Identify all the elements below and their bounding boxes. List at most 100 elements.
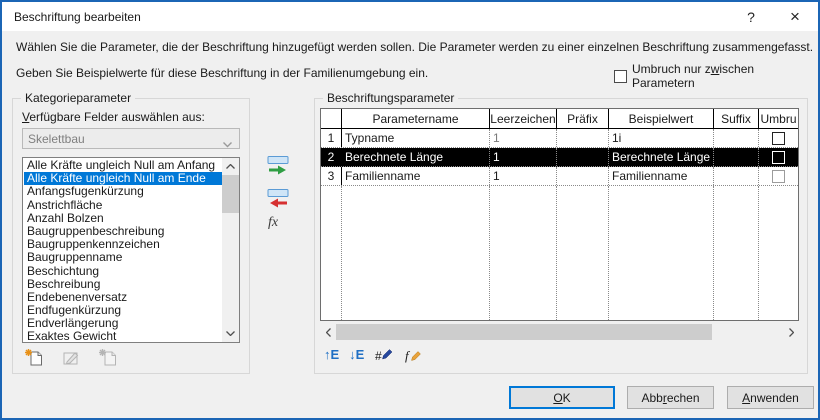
header-umbruch[interactable]: Umbru [759,109,798,128]
scroll-left-icon[interactable] [320,324,336,340]
list-item-selected[interactable]: Alle Kräfte ungleich Null am Ende [24,172,222,186]
table-empty-area [321,186,798,320]
header-beispielwert[interactable]: Beispielwert [609,109,714,128]
scrollbar-thumb[interactable] [222,175,239,213]
move-parameter-up-button[interactable]: ↑E [324,345,339,364]
list-item[interactable]: Endverlängerung [24,317,222,330]
edit-formula-button[interactable]: f [404,345,424,364]
list-item[interactable]: Anzahl Bolzen [24,212,222,225]
cell-praefix[interactable] [557,148,609,166]
row-number[interactable]: 1 [321,129,342,147]
add-parameter-icon [267,155,289,174]
cell-suffix[interactable] [714,148,759,166]
empty-col [609,186,714,320]
empty-col [321,186,342,320]
umbruch-checkbox[interactable] [772,169,785,183]
row-number[interactable]: 2 [321,148,342,166]
delete-parameter-icon [99,349,116,366]
category-parameter-list-items: Alle Kräfte ungleich Null am Anfang Alle… [24,159,222,342]
new-parameter-button[interactable] [24,348,44,367]
header-praefix[interactable]: Präfix [557,109,609,128]
move-up-icon: ↑E [324,347,340,362]
category-parameter-tools [24,348,118,367]
list-item[interactable]: Endfugenkürzung [24,304,222,317]
umbruch-checkbox[interactable] [772,131,785,145]
title-bar[interactable]: Beschriftung bearbeiten ? × [2,2,818,31]
field-source-value: Skelettbau [28,131,85,146]
row-number[interactable]: 3 [321,167,342,185]
cell-beispielwert[interactable]: 1i [609,129,714,147]
ok-button[interactable]: OK [509,386,615,409]
header-suffix[interactable]: Suffix [714,109,759,128]
scroll-down-icon[interactable] [222,325,239,342]
remove-parameter-from-label-button[interactable] [264,187,292,209]
list-vertical-scrollbar[interactable] [222,158,239,342]
table-row[interactable]: 3 Familienname 1 Familienname [321,167,798,186]
intro-text-line1: Wählen Sie die Parameter, die der Beschr… [16,40,814,54]
header-leerzeichen[interactable]: Leerzeichen [490,109,557,128]
help-icon: ? [747,8,755,25]
list-item[interactable]: Endebenenversatz [24,291,222,304]
edit-parameter-icon [63,352,79,365]
scroll-right-icon[interactable] [783,324,799,340]
table-row-selected[interactable]: 2 Berechnete Länge 1 Berechnete Länge [321,148,798,167]
wrap-between-parameters-checkbox[interactable] [614,69,627,83]
empty-col [714,186,759,320]
cell-praefix[interactable] [557,167,609,185]
cell-parametername[interactable]: Familienname [342,167,490,185]
list-item[interactable]: Anstrichfläche [24,199,222,212]
cell-parametername[interactable]: Berechnete Länge [342,148,490,166]
cell-umbruch [759,129,798,147]
empty-col [557,186,609,320]
list-item[interactable]: Exaktes Gewicht [24,330,222,342]
table-horizontal-scrollbar[interactable] [320,324,799,340]
cell-leerzeichen[interactable]: 1 [490,148,557,166]
header-rownum [321,109,342,128]
cell-leerzeichen[interactable]: 1 [490,129,557,147]
wrap-between-parameters-label: Umbruch nur zwischen Parametern [632,62,755,90]
cancel-button[interactable]: Abbrechen [627,386,714,409]
header-parametername[interactable]: Parametername [342,109,490,128]
delete-parameter-button[interactable] [98,348,118,367]
category-parameter-list[interactable]: Alle Kräfte ungleich Null am Anfang Alle… [22,157,240,343]
scrollbar-thumb[interactable] [336,324,712,340]
list-item[interactable]: Baugruppenname [24,251,222,264]
edit-units-icon: # [375,349,393,363]
wrap-between-parameters-option[interactable]: Umbruch nur zwischen Parametern [614,62,818,90]
edit-parameter-button[interactable] [61,348,81,367]
list-item[interactable]: Baugruppenbeschreibung [24,225,222,238]
cell-beispielwert[interactable]: Familienname [609,167,714,185]
close-icon: × [790,6,800,26]
umbruch-checkbox[interactable] [772,150,785,164]
move-parameter-down-button[interactable]: ↓E [349,345,364,364]
cell-suffix[interactable] [714,129,759,147]
apply-button[interactable]: Anwenden [727,386,814,409]
cell-leerzeichen[interactable]: 1 [490,167,557,185]
cell-parametername[interactable]: Typname [342,129,490,147]
edit-parameter-formula-button[interactable]: fx [268,215,278,231]
category-parameter-group-label: Kategorieparameter [21,91,136,105]
cell-beispielwert[interactable]: Berechnete Länge [609,148,714,166]
svg-text:#: # [375,349,382,363]
edit-label-dialog: Beschriftung bearbeiten ? × Wählen Sie d… [0,0,820,420]
list-item[interactable]: Baugruppenkennzeichen [24,238,222,251]
list-item[interactable]: Anfangsfugenkürzung [24,185,222,198]
label-parameter-tools: ↑E ↓E # f [324,345,424,364]
field-source-select[interactable]: Skelettbau [22,128,240,149]
new-parameter-icon [25,349,42,366]
dialog-title: Beschriftung bearbeiten [14,10,141,24]
list-item[interactable]: Beschichtung [24,265,222,278]
list-item[interactable]: Beschreibung [24,278,222,291]
add-parameter-to-label-button[interactable] [264,154,292,176]
label-parameter-table[interactable]: Parametername Leerzeichen Präfix Beispie… [320,108,799,321]
cell-umbruch [759,167,798,185]
list-item[interactable]: Alle Kräfte ungleich Null am Anfang [24,159,222,172]
edit-units-button[interactable]: # [374,345,394,364]
close-button[interactable]: × [778,2,812,31]
table-row[interactable]: 1 Typname 1 1i [321,129,798,148]
empty-col [490,186,557,320]
scroll-up-icon[interactable] [222,158,239,175]
cell-suffix[interactable] [714,167,759,185]
cell-praefix[interactable] [557,129,609,147]
help-button[interactable]: ? [736,2,766,31]
